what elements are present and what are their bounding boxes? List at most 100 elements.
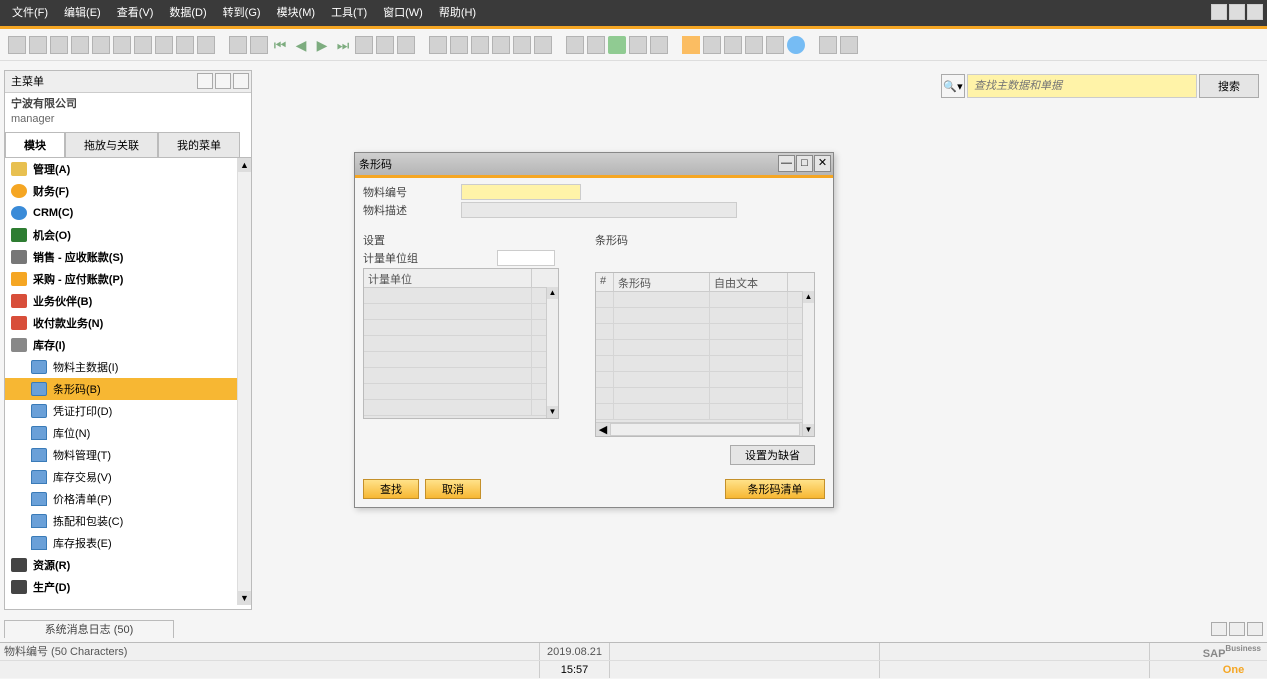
barcode-list-button[interactable]: 条形码清单 xyxy=(725,479,825,499)
scroll-down-icon[interactable]: ▼ xyxy=(238,591,251,605)
link-icon[interactable] xyxy=(724,36,742,54)
tree-item[interactable]: 库存交易(V) xyxy=(5,466,251,488)
tree-item[interactable]: 销售 - 应收账款(S) xyxy=(5,246,251,268)
email-icon[interactable] xyxy=(50,36,68,54)
menu-help[interactable]: 帮助(H) xyxy=(431,0,484,26)
tab-modules[interactable]: 模块 xyxy=(5,132,65,158)
help-icon[interactable] xyxy=(787,36,805,54)
tree-item[interactable]: 机会(O) xyxy=(5,224,251,246)
dialog-close-icon[interactable]: ✕ xyxy=(814,155,831,172)
scroll-up-icon[interactable]: ▲ xyxy=(238,158,251,172)
gross-profit-icon[interactable] xyxy=(513,36,531,54)
sms-icon[interactable] xyxy=(71,36,89,54)
app-minimize-icon[interactable] xyxy=(1211,4,1227,20)
cancel-button[interactable]: 取消 xyxy=(425,479,481,499)
add-icon[interactable] xyxy=(229,36,247,54)
dialog-restore-icon[interactable]: □ xyxy=(796,155,813,172)
panel-minimize-icon[interactable] xyxy=(197,73,213,89)
expand-icon[interactable] xyxy=(1211,622,1227,636)
menu-tools[interactable]: 工具(T) xyxy=(323,0,375,26)
menu-view[interactable]: 查看(V) xyxy=(109,0,162,26)
tree-item[interactable]: 收付款业务(N) xyxy=(5,312,251,334)
find-icon[interactable] xyxy=(197,36,215,54)
base-doc-icon[interactable] xyxy=(429,36,447,54)
uom-vscroll[interactable]: ▲ ▼ xyxy=(546,287,558,418)
col-barcode[interactable]: 条形码 xyxy=(614,273,710,291)
find-button[interactable]: 查找 xyxy=(363,479,419,499)
menu-file[interactable]: 文件(F) xyxy=(4,0,56,26)
tree-item[interactable]: 管理(A) xyxy=(5,158,251,180)
new-doc-icon[interactable] xyxy=(8,36,26,54)
tree-item[interactable]: 采购 - 应付账款(P) xyxy=(5,268,251,290)
tab-dragdrop[interactable]: 拖放与关联 xyxy=(65,132,158,158)
tree-item[interactable]: 物料管理(T) xyxy=(5,444,251,466)
volume-icon[interactable] xyxy=(534,36,552,54)
export-excel-icon[interactable] xyxy=(113,36,131,54)
tree-scrollbar[interactable]: ▲ ▼ xyxy=(237,158,251,605)
tree-item[interactable]: 业务伙伴(B) xyxy=(5,290,251,312)
form-settings-icon[interactable] xyxy=(587,36,605,54)
uom-col-header[interactable]: 计量单位 xyxy=(364,269,532,287)
target-doc-icon[interactable] xyxy=(450,36,468,54)
message-icon[interactable] xyxy=(629,36,647,54)
menu-modules[interactable]: 模块(M) xyxy=(269,0,324,26)
print-icon[interactable] xyxy=(29,36,47,54)
tree-item[interactable]: 生产(D) xyxy=(5,576,251,598)
lock-icon[interactable] xyxy=(176,36,194,54)
scroll-up-icon[interactable]: ▲ xyxy=(547,287,558,299)
col-freetext[interactable]: 自由文本 xyxy=(710,273,788,291)
uom-grid-body[interactable] xyxy=(364,288,558,418)
export-word-icon[interactable] xyxy=(134,36,152,54)
scroll-up-icon[interactable]: ▲ xyxy=(803,291,814,303)
set-default-button[interactable]: 设置为缺省 xyxy=(730,445,815,465)
tree-item[interactable]: 凭证打印(D) xyxy=(5,400,251,422)
filter-icon[interactable] xyxy=(376,36,394,54)
scroll-down-icon[interactable]: ▼ xyxy=(803,424,814,436)
tree-item[interactable]: 物料主数据(I) xyxy=(5,356,251,378)
barcode-hscroll[interactable]: ◀ ▶ xyxy=(596,422,814,436)
menu-window[interactable]: 窗口(W) xyxy=(375,0,431,26)
tree-item[interactable]: 财务(F) xyxy=(5,180,251,202)
search-dropdown-icon[interactable]: 🔍▾ xyxy=(941,74,965,98)
dialog-title-bar[interactable]: 条形码 — □ ✕ xyxy=(355,153,833,175)
search-button[interactable]: 搜索 xyxy=(1199,74,1259,98)
journal-icon[interactable] xyxy=(471,36,489,54)
relationship-icon[interactable] xyxy=(766,36,784,54)
approve-icon[interactable] xyxy=(608,36,626,54)
branch-icon[interactable] xyxy=(703,36,721,54)
col-hash[interactable]: # xyxy=(596,273,614,291)
app-restore-icon[interactable] xyxy=(1229,4,1245,20)
tree-item[interactable]: 条形码(B) xyxy=(5,378,251,400)
panel-restore-icon[interactable] xyxy=(215,73,231,89)
first-record-icon[interactable]: ⏮ xyxy=(271,36,289,54)
app-close-icon[interactable] xyxy=(1247,4,1263,20)
alert-icon[interactable] xyxy=(650,36,668,54)
user-defined-icon[interactable] xyxy=(745,36,763,54)
search-input[interactable] xyxy=(967,74,1197,98)
layout-icon[interactable] xyxy=(566,36,584,54)
close-log-icon[interactable] xyxy=(1247,622,1263,636)
scroll-left-icon[interactable]: ◀ xyxy=(596,423,610,436)
calendar-icon[interactable] xyxy=(682,36,700,54)
collapse-icon[interactable] xyxy=(1229,622,1245,636)
barcode-grid-body[interactable] xyxy=(596,292,814,422)
export-pdf-icon[interactable] xyxy=(155,36,173,54)
find-mode-icon[interactable] xyxy=(250,36,268,54)
system-log-tab[interactable]: 系统消息日志 (50) xyxy=(4,620,174,638)
panel-close-icon[interactable] xyxy=(233,73,249,89)
menu-data[interactable]: 数据(D) xyxy=(161,0,214,26)
tree-item[interactable]: 资源(R) xyxy=(5,554,251,576)
dialog-minimize-icon[interactable]: — xyxy=(778,155,795,172)
last-record-icon[interactable]: ⏭ xyxy=(334,36,352,54)
scroll-track[interactable] xyxy=(610,423,800,436)
tree-item[interactable]: 库位(N) xyxy=(5,422,251,444)
tree-item[interactable]: 价格清单(P) xyxy=(5,488,251,510)
tree-item[interactable]: 库存报表(E) xyxy=(5,532,251,554)
tree-item[interactable]: 库存(I) xyxy=(5,334,251,356)
refresh-icon[interactable] xyxy=(355,36,373,54)
menu-goto[interactable]: 转到(G) xyxy=(215,0,269,26)
scroll-down-icon[interactable]: ▼ xyxy=(547,406,558,418)
payment-icon[interactable] xyxy=(492,36,510,54)
fax-icon[interactable] xyxy=(92,36,110,54)
tree-item[interactable]: CRM(C) xyxy=(5,202,251,224)
